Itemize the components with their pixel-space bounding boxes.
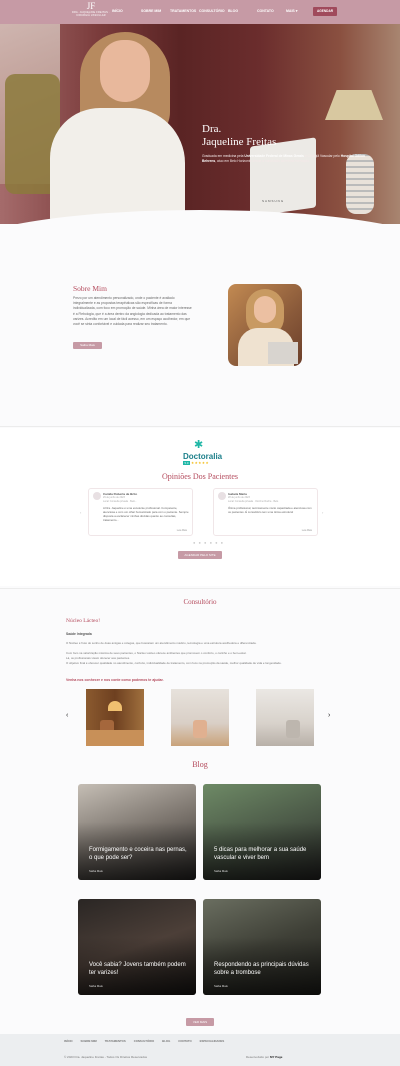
hero-portrait [50, 28, 185, 224]
office-photo[interactable] [171, 689, 229, 746]
section-divider [0, 426, 400, 427]
blog-post-card[interactable]: Você sabia? Jovens também podem ter vari… [78, 899, 196, 995]
hero-lamp [325, 90, 383, 120]
main-nav: INÍCIO SOBRE MIM TRATAMENTOS CONSULTÓRIO… [112, 9, 315, 13]
nav-item-blog[interactable]: BLOG [228, 9, 257, 13]
review-date: 28 de junho de 2023 [228, 496, 250, 499]
hero-laptop [250, 137, 316, 217]
site-logo[interactable]: JF DRA. JAQUELINE FREITAS · CIRURGIÃ VAS… [66, 1, 116, 18]
office-subtitle: Núcleo Lácteo! [66, 618, 101, 624]
gallery-prev-arrow-icon[interactable]: ‹ [66, 712, 68, 719]
rating-stars: ★★★★★ [191, 461, 210, 465]
agendar-button[interactable]: AGENDAR [313, 7, 337, 16]
footer-link[interactable]: CONTATO [178, 1039, 191, 1043]
gallery-next-arrow-icon[interactable]: › [328, 712, 330, 719]
reviews-pagination[interactable]: ● ● ● ● ● ● [193, 540, 224, 545]
blog-more-button[interactable]: VER MAIS [186, 1018, 214, 1026]
nav-item-tratamentos[interactable]: TRATAMENTOS [170, 9, 199, 13]
review-text: A Dra. Jaqueline é uma excelente profiss… [103, 506, 189, 522]
footer-copyright: © 2023 Dra. Jaqueline Freitas - Todos Os… [64, 1055, 148, 1059]
developer-link[interactable]: MY Page [270, 1055, 282, 1059]
hero-description: Graduada em medicina pela Universidade F… [202, 154, 366, 163]
reviews-next-arrow-icon[interactable]: › [322, 510, 323, 515]
logo-text: DRA. JAQUELINE FREITAS · CIRURGIÃ VASCUL… [72, 11, 110, 17]
agendar-site-button[interactable]: AGENDAR PELO SITE [178, 551, 222, 559]
site-header: JF DRA. JAQUELINE FREITAS · CIRURGIÃ VAS… [0, 0, 400, 24]
review-card: Camila Roberta de Brito 29 de junho de 2… [88, 488, 193, 536]
footer-link[interactable]: INÍCIO [64, 1039, 73, 1043]
office-photo[interactable] [86, 689, 144, 746]
office-photo[interactable] [256, 689, 314, 746]
review-date: 29 de junho de 2023 [103, 496, 125, 499]
blog-post-title[interactable]: 5 dicas para melhorar a sua saúde vascul… [214, 847, 314, 862]
rating-badge: 5.0 [183, 461, 190, 465]
reviews-prev-arrow-icon[interactable]: ‹ [80, 510, 81, 515]
blog-post-link[interactable]: Saiba Mais [214, 984, 228, 988]
blog-post-link[interactable]: Saiba Mais [214, 869, 228, 873]
doctoralia-logo-icon: ✱ [194, 439, 204, 451]
blog-post-card[interactable]: 5 dicas para melhorar a sua saúde vascul… [203, 784, 321, 880]
footer-developer: Desenvolvido por MY Page [246, 1055, 283, 1059]
blog-post-card[interactable]: Formigamento e coceira nas pernas, o que… [78, 784, 196, 880]
footer-link[interactable]: ESPECIALIDADES [200, 1039, 225, 1043]
office-title: Consultório [183, 598, 217, 606]
office-paragraph: O objetivo final é oferecer qualidade no… [66, 661, 282, 665]
footer-link[interactable]: BLOG [162, 1039, 170, 1043]
office-heading: Saúde Integrada [66, 632, 92, 636]
nav-item-contato[interactable]: CONTATO [257, 9, 286, 13]
footer-link[interactable]: CONSULTÓRIO [134, 1039, 154, 1043]
nav-item-mais[interactable]: MAIS ▾ [286, 9, 315, 13]
about-photo [228, 284, 302, 366]
laptop-brand: SAMSUNG [262, 199, 285, 203]
office-paragraph: Lá, os profissionais visam oferecer aos … [66, 656, 130, 660]
blog-post-link[interactable]: Saiba Mais [89, 984, 103, 988]
review-read-more-link[interactable]: Leia Mais [302, 529, 312, 532]
footer-link[interactable]: SOBRE MIM [81, 1039, 97, 1043]
blog-title: Blog [192, 760, 208, 769]
review-read-more-link[interactable]: Leia Mais [177, 529, 187, 532]
about-text: Prezo por um atendimento personalizado, … [73, 296, 192, 327]
footer-link[interactable]: TRATAMENTOS [105, 1039, 126, 1043]
review-card: Isabela Maria 28 de junho de 2023 Local:… [213, 488, 318, 536]
blog-post-link[interactable]: Saiba Mais [89, 869, 103, 873]
nav-item-inicio[interactable]: INÍCIO [112, 9, 141, 13]
review-place: Local: Consulta privada · Belo... [103, 500, 137, 503]
about-title: Sobre Mim [73, 284, 107, 293]
blog-post-card[interactable]: Respondendo as principais dúvidas sobre … [203, 899, 321, 995]
hero-title: Dra. Jaqueline Freitas [202, 123, 277, 148]
logo-mark: JF [86, 1, 96, 11]
reviewer-avatar [93, 492, 101, 500]
section-divider [0, 588, 400, 589]
blog-post-title[interactable]: Respondendo as principais dúvidas sobre … [214, 962, 314, 977]
hero-section: SAMSUNG Dra. Jaqueline Freitas Graduada … [0, 24, 400, 224]
about-more-button[interactable]: Saiba Mais [73, 342, 102, 349]
review-place: Local: Consulta privada · Otorrino Rocha… [228, 500, 279, 503]
office-cta: Venha nos conhecer e nos conte como pode… [66, 678, 164, 682]
nav-item-sobre[interactable]: SOBRE MIM [141, 9, 170, 13]
office-paragraph: Com foco na valorização máxima de seus p… [66, 651, 247, 655]
blog-post-title[interactable]: Formigamento e coceira nas pernas, o que… [89, 847, 189, 862]
doctoralia-brand[interactable]: Doctoralia [183, 452, 222, 461]
nav-item-consultorio[interactable]: CONSULTÓRIO [199, 9, 228, 13]
office-paragraph: O Núcleo é fruto do sonho de duas amigas… [66, 641, 257, 645]
reviewer-avatar [218, 492, 226, 500]
blog-post-title[interactable]: Você sabia? Jovens também podem ter vari… [89, 962, 189, 977]
reviews-title: Opiniões Dos Pacientes [162, 472, 238, 481]
footer-nav: INÍCIO SOBRE MIM TRATAMENTOS CONSULTÓRIO… [64, 1039, 224, 1043]
review-text: Ótima profissional, tecnicamente muito c… [228, 506, 312, 514]
